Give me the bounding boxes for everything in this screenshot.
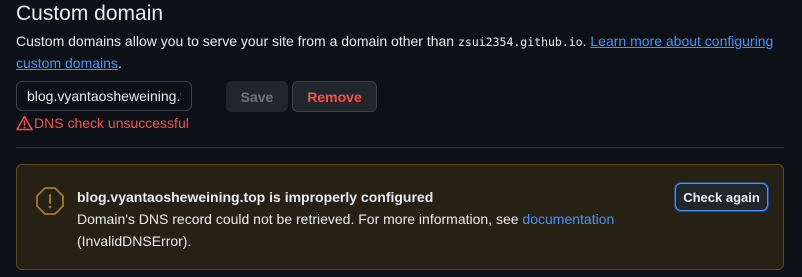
default-domain: zsui2354.github.io <box>457 35 583 49</box>
check-again-button[interactable]: Check again <box>675 183 768 211</box>
dns-warning-banner: blog.vyantaosheweining.top is improperly… <box>16 164 784 270</box>
warning-title: blog.vyantaosheweining.top is improperly… <box>77 189 434 205</box>
section-description: Custom domains allow you to serve your s… <box>16 33 774 71</box>
save-button[interactable]: Save <box>226 81 288 112</box>
section-title: Custom domain <box>16 2 164 25</box>
description-text: Custom domains allow you to serve your s… <box>16 33 458 49</box>
remove-button[interactable]: Remove <box>292 81 377 112</box>
warning-message-text: Domain's DNS record could not be retriev… <box>77 211 523 227</box>
documentation-link[interactable]: documentation <box>522 211 614 227</box>
dns-check-status: DNS check unsuccessful <box>16 115 189 131</box>
warning-error-code: (InvalidDNSError). <box>77 233 192 249</box>
description-period: . <box>582 33 587 49</box>
alert-octagon-icon <box>36 187 64 215</box>
dns-check-message: DNS check unsuccessful <box>34 115 189 131</box>
custom-domain-input[interactable] <box>16 81 192 111</box>
warning-message: Domain's DNS record could not be retriev… <box>77 208 637 252</box>
alert-triangle-icon <box>16 115 33 131</box>
section-divider <box>16 147 784 148</box>
